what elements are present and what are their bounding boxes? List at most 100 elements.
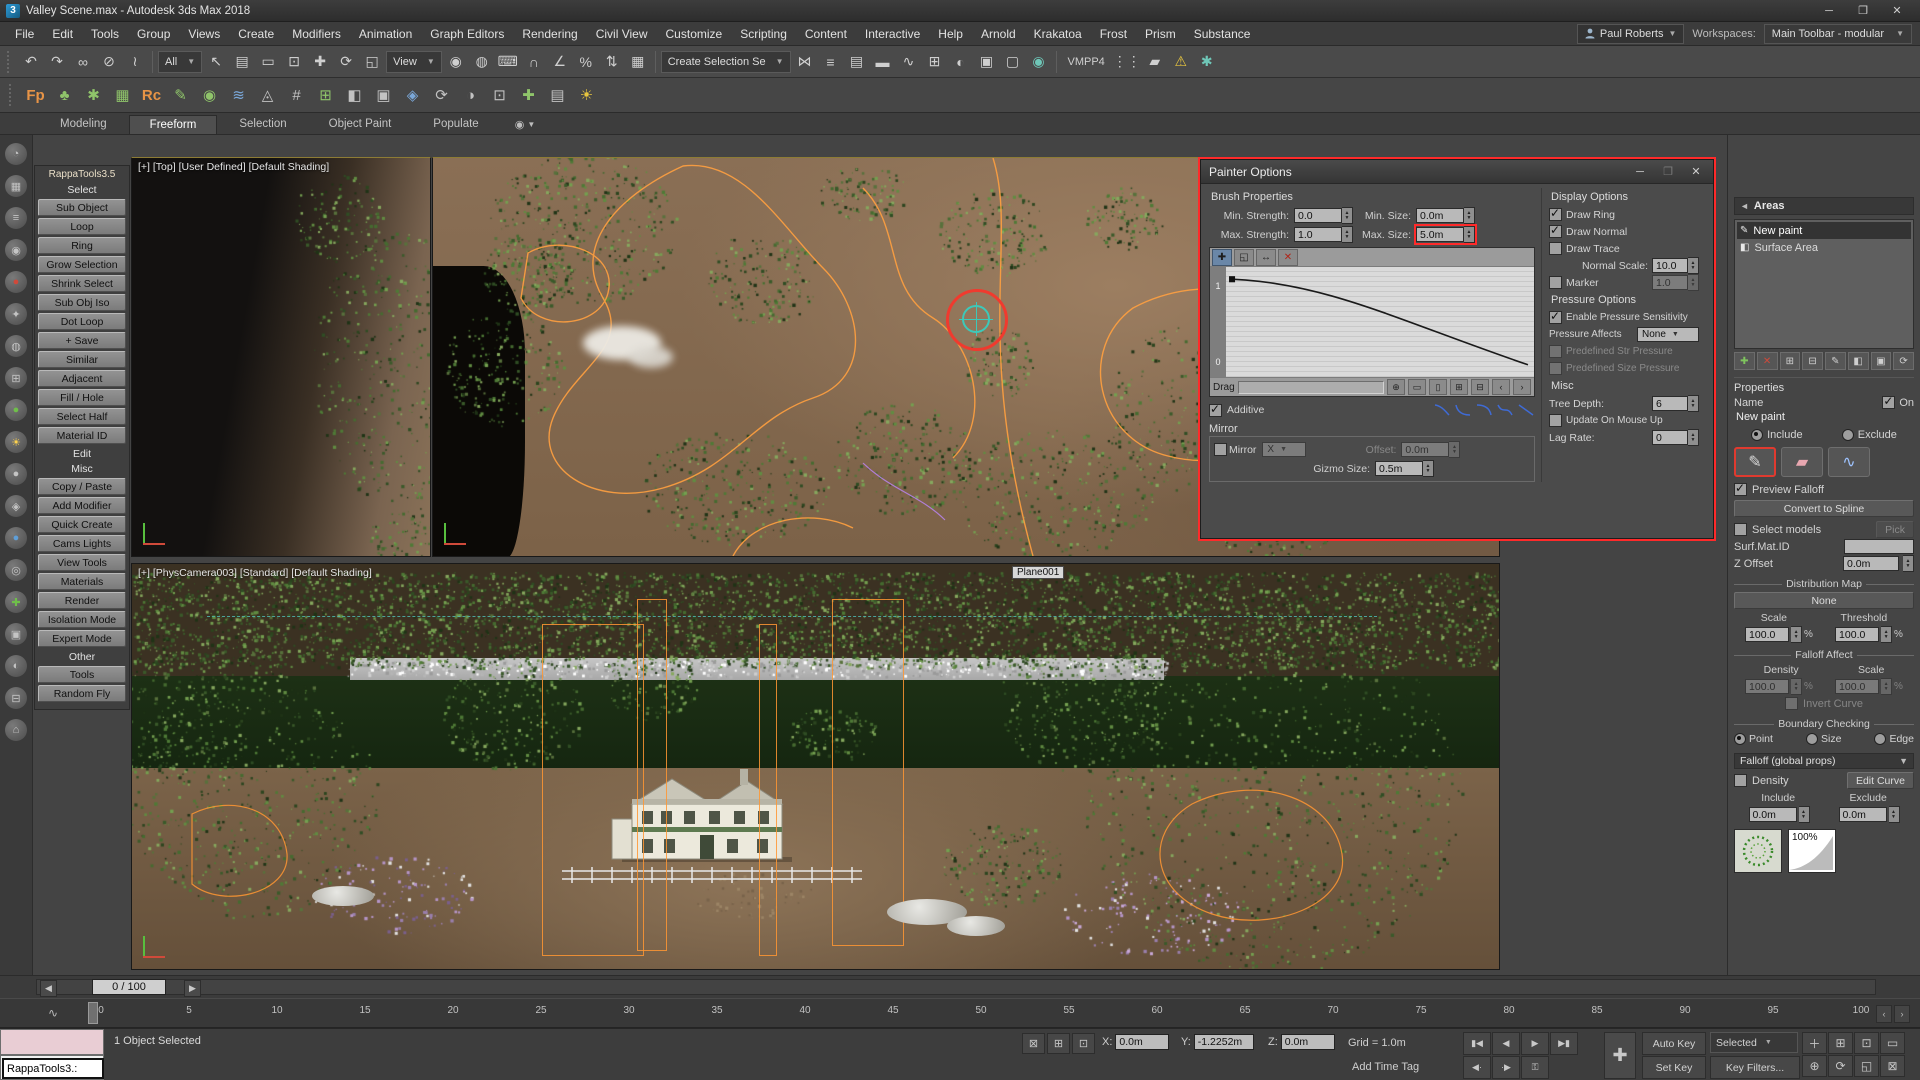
split-surface-icon[interactable]: ◧ — [341, 81, 368, 109]
star-tool-icon[interactable]: ✦ — [5, 303, 27, 325]
falloff-global-rollout[interactable]: Falloff (global props) ▼ — [1734, 753, 1914, 769]
spinner[interactable] — [1464, 207, 1475, 224]
area-list-item[interactable]: ✎ New paint — [1737, 222, 1911, 239]
key-set-dropdown[interactable]: Selected ▼ — [1710, 1032, 1798, 1053]
pressure-affects-dropdown[interactable]: None▼ — [1637, 327, 1699, 342]
select-and-manipulate-icon[interactable]: ◍ — [470, 49, 494, 75]
toolbar-handle[interactable] — [7, 51, 14, 73]
track-bar[interactable]: ∿ 05101520253035404550556065707580859095… — [0, 998, 1920, 1028]
pick-button[interactable]: Pick — [1876, 521, 1914, 538]
zoom-extents-icon[interactable]: ⊡ — [1854, 1032, 1879, 1054]
menu-item[interactable]: Substance — [1185, 22, 1260, 45]
menu-item[interactable]: Help — [929, 22, 972, 45]
frame-values-icon[interactable]: ▯ — [1429, 379, 1447, 395]
add-geometry-icon[interactable]: ✚ — [515, 81, 542, 109]
rappatools-item[interactable]: Random Fly — [38, 685, 126, 702]
new-area-icon[interactable]: ✚ — [1734, 352, 1755, 370]
menu-item[interactable]: Krakatoa — [1025, 22, 1091, 45]
marker-field[interactable]: 1.0 — [1652, 275, 1688, 290]
ribbon-tab[interactable]: Selection — [219, 115, 306, 134]
rappatools-item[interactable]: Fill / Hole — [38, 389, 126, 406]
max-size-field[interactable]: 5.0m — [1416, 227, 1464, 242]
menu-item[interactable]: Views — [179, 22, 229, 45]
rappatools-item[interactable]: + Save — [38, 332, 126, 349]
undo-icon[interactable]: ↶ — [19, 49, 43, 75]
rappatools-item[interactable]: Dot Loop — [38, 313, 126, 330]
go-to-end-icon[interactable]: ▶▮ — [1550, 1032, 1578, 1055]
diamond-tool-icon[interactable]: ◈ — [5, 495, 27, 517]
on-checkbox[interactable] — [1882, 396, 1895, 409]
ring-tool-icon[interactable]: ◎ — [5, 559, 27, 581]
toolbar-handle[interactable] — [9, 84, 16, 106]
menu-item[interactable]: Tools — [82, 22, 128, 45]
boundary-size-radio[interactable] — [1806, 733, 1818, 745]
curve-preset-ease-icon[interactable] — [1433, 403, 1451, 417]
foliage-paint-icon[interactable]: ♣ — [51, 81, 78, 109]
select-and-scale-icon[interactable]: ◱ — [360, 49, 384, 75]
blue-ball-icon[interactable]: ● — [5, 527, 27, 549]
z-coordinate-field[interactable]: 0.0m — [1281, 1034, 1335, 1050]
gizmo-size-field[interactable]: 0.5m — [1375, 461, 1423, 476]
mirror-icon[interactable]: ⋈ — [793, 49, 817, 75]
curve-editor-icon[interactable]: ∿ — [897, 49, 921, 75]
wave-relax-icon[interactable]: ≋ — [225, 81, 252, 109]
crop-view-icon[interactable]: ⊡ — [486, 81, 513, 109]
rappatools-item[interactable]: Adjacent — [38, 370, 126, 387]
full-screen-icon[interactable]: ⊠ — [1880, 1055, 1905, 1077]
normal-scale-field[interactable]: 10.0 — [1652, 258, 1688, 273]
warning-icon[interactable]: ⚠ — [1169, 49, 1193, 75]
select-and-link-icon[interactable]: ∞ — [71, 49, 95, 75]
spinner[interactable] — [1342, 207, 1353, 224]
maximize-viewport-icon[interactable]: ◱ — [1854, 1055, 1879, 1077]
auto-key-button[interactable]: Auto Key — [1642, 1032, 1706, 1055]
gem-display-icon[interactable]: ◈ — [399, 81, 426, 109]
menu-item[interactable]: Civil View — [587, 22, 657, 45]
ribbon-tab[interactable]: Populate — [413, 115, 498, 134]
max-strength-field[interactable]: 1.0 — [1294, 227, 1342, 242]
area-list-item[interactable]: ◧ Surface Area — [1737, 239, 1911, 256]
paint-brush-tool-button[interactable]: ✎ — [1734, 447, 1776, 477]
ribbon-tab[interactable]: Freeform — [129, 115, 218, 134]
render-production-icon[interactable]: ◉ — [1027, 49, 1051, 75]
rappatools-item[interactable]: Materials — [38, 573, 126, 590]
min-strength-field[interactable]: 0.0 — [1294, 208, 1342, 223]
layer-manager-icon[interactable]: ▤ — [845, 49, 869, 75]
z-offset-field[interactable]: 0.0m — [1843, 556, 1899, 571]
grid-dots-icon[interactable]: ⋮⋮ — [1113, 49, 1141, 75]
select-by-name-icon[interactable]: ▤ — [230, 49, 254, 75]
rappatools-item[interactable]: Select — [35, 182, 129, 197]
menu-item[interactable]: Animation — [350, 22, 421, 45]
refresh-areas-icon[interactable]: ⟳ — [1893, 352, 1914, 370]
distribution-preview-thumbnail[interactable] — [1734, 829, 1782, 873]
snaps-toggle-icon[interactable]: ∩ — [522, 49, 546, 75]
extend-surface-icon[interactable]: ⊞ — [312, 81, 339, 109]
area-name-value[interactable]: New paint — [1734, 411, 1914, 426]
scroll-left-icon[interactable]: ‹ — [1492, 379, 1510, 395]
menu-item[interactable]: File — [6, 22, 43, 45]
disc-tool-icon[interactable]: ◍ — [5, 335, 27, 357]
rappatools-item[interactable]: Material ID — [38, 427, 126, 444]
ribbon-tab[interactable]: Object Paint — [309, 115, 412, 134]
zoom-region-icon[interactable]: ▭ — [1880, 1032, 1905, 1054]
rappatools-item[interactable]: Quick Create — [38, 516, 126, 533]
pan-curve-icon[interactable]: ⊕ — [1387, 379, 1405, 395]
current-frame-display[interactable]: 0 / 100 — [92, 979, 166, 995]
menu-item[interactable]: Scripting — [731, 22, 796, 45]
paint-mode-icon[interactable]: ✎ — [1825, 352, 1846, 370]
dialog-title-bar[interactable]: Painter Options ─ ❐ ✕ — [1201, 160, 1713, 184]
paint-draw-icon[interactable]: ✎ — [167, 81, 194, 109]
absolute-mode-icon[interactable]: ⊞ — [1047, 1033, 1070, 1054]
menu-item[interactable]: Edit — [43, 22, 82, 45]
areas-rollout-header[interactable]: ◄ Areas — [1734, 197, 1914, 215]
dot-tool-icon[interactable]: ● — [5, 463, 27, 485]
eraser-tool-button[interactable]: ▰ — [1781, 447, 1823, 477]
bind-to-space-warp-icon[interactable]: ≀ — [123, 49, 147, 75]
dialog-maximize-icon[interactable]: ❐ — [1659, 165, 1677, 178]
angle-snap-icon[interactable]: ∠ — [548, 49, 572, 75]
dist-threshold-field[interactable]: 100.0 — [1835, 627, 1879, 642]
set-keys-button[interactable]: ✚ — [1604, 1032, 1636, 1079]
material-editor-icon[interactable]: ◐ — [949, 49, 973, 75]
track-bar-config-icon[interactable]: ∿ — [48, 1006, 58, 1020]
merge-area-icon[interactable]: ⊟ — [1802, 352, 1823, 370]
add-time-tag[interactable]: Add Time Tag — [1352, 1061, 1419, 1073]
